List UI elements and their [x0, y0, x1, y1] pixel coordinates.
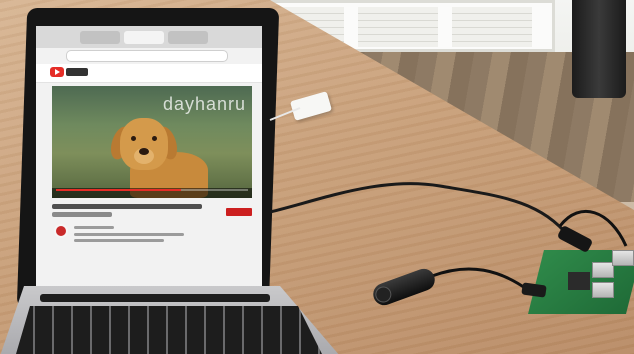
pi-usb-port	[592, 262, 614, 278]
pi-usb-port	[592, 282, 614, 298]
usb-cable	[269, 182, 572, 239]
webcam-lens	[373, 284, 394, 305]
webcam-cable	[431, 267, 529, 292]
adapter-cable	[269, 107, 301, 121]
pi-ethernet-port	[612, 250, 634, 266]
photo-scene: dayhanru	[0, 0, 634, 354]
pi-chip	[568, 272, 590, 290]
